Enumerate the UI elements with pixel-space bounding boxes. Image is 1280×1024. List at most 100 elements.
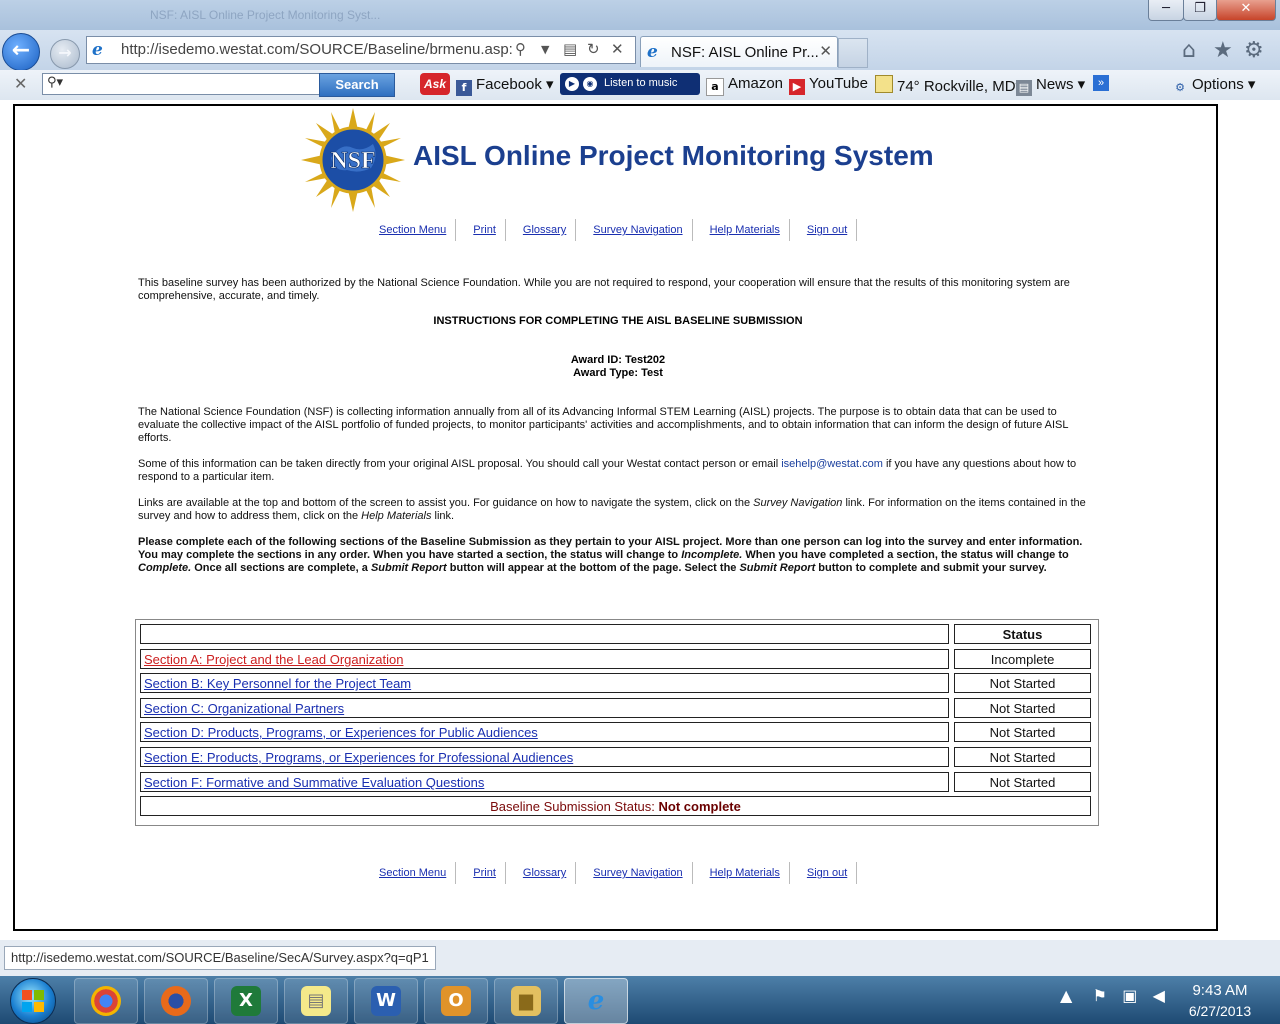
bottom-nav-section-menu[interactable]: Section Menu [375, 862, 457, 884]
taskbar-firefox[interactable] [144, 978, 208, 1024]
complete-submit-1: Submit Report [370, 562, 447, 574]
toolbar-search-button[interactable]: Search [319, 73, 395, 97]
nav-survey-navigation[interactable]: Survey Navigation [584, 219, 693, 241]
toolbar-facebook[interactable]: f Facebook ▾ [456, 75, 554, 96]
toolbar-options-label: Options [1192, 76, 1244, 93]
nav-sign-out[interactable]: Sign out [798, 219, 858, 241]
volume-icon[interactable]: ◉ [583, 77, 597, 91]
toolbar-news-label: News [1036, 76, 1074, 93]
contact-email-link[interactable]: isehelp@westat.com [781, 458, 883, 470]
back-button[interactable]: ← [2, 33, 40, 71]
start-button[interactable] [10, 978, 56, 1024]
taskbar-chrome[interactable] [74, 978, 138, 1024]
favorites-star-icon[interactable]: ★ [1213, 38, 1233, 63]
section-e-status: Not Started [954, 747, 1091, 767]
section-a-status: Incomplete [954, 649, 1091, 669]
tab-active[interactable]: e NSF: AISL Online Pr... ✕ [640, 36, 838, 67]
section-d-link[interactable]: Section D: Products, Programs, or Experi… [144, 725, 538, 740]
refresh-icon[interactable]: ↻ [587, 40, 600, 58]
bottom-nav-help-materials[interactable]: Help Materials [701, 862, 790, 884]
forward-button[interactable]: → [50, 39, 80, 69]
taskbar-excel[interactable]: X [214, 978, 278, 1024]
nsf-logo-text: NSF [330, 148, 375, 174]
stop-icon[interactable]: ✕ [611, 40, 624, 58]
section-c-link[interactable]: Section C: Organizational Partners [144, 701, 344, 716]
bottom-nav-survey-navigation[interactable]: Survey Navigation [584, 862, 693, 884]
ghost-window-title: NSF: AISL Online Project Monitoring Syst… [150, 8, 381, 22]
folder-icon: ▆ [511, 986, 541, 1016]
links-text-1: Links are available at the top and botto… [138, 497, 754, 509]
new-tab-button[interactable] [838, 38, 868, 68]
word-icon: W [371, 986, 401, 1016]
baseline-status-label: Baseline Submission Status: [490, 799, 659, 814]
toolbar-weather-label: 74° Rockville, MD [897, 78, 1016, 95]
tab-close-icon[interactable]: ✕ [819, 42, 832, 60]
minimize-button[interactable]: ─ [1148, 0, 1184, 21]
bottom-nav-glossary[interactable]: Glossary [514, 862, 577, 884]
toolbar-news[interactable]: ▤ News ▾ [1016, 75, 1085, 96]
complete-complete: Complete. [138, 562, 192, 574]
taskbar-explorer[interactable]: ▆ [494, 978, 558, 1024]
close-toolbar-icon[interactable]: ✕ [14, 74, 27, 93]
magnifier-icon: ⚲▾ [47, 75, 64, 90]
nav-section-menu[interactable]: Section Menu [375, 219, 457, 241]
toolbar-weather[interactable]: 74° Rockville, MD▾ [875, 75, 1023, 95]
page-viewport: NSF AISL Online Project Monitoring Syste… [0, 100, 1280, 940]
top-nav: Section Menu Print Glossary Survey Navigati… [375, 219, 865, 241]
award-type: Award Type: Test [573, 367, 663, 379]
play-icon[interactable]: ▶ [565, 77, 579, 91]
clock-date[interactable]: 6/27/2013 [1170, 1003, 1270, 1019]
toolbar-options[interactable]: ⚙ Options ▾ [1172, 75, 1255, 96]
taskbar-sticky-notes[interactable]: ▤ [284, 978, 348, 1024]
settings-gear-icon[interactable]: ⚙ [1244, 38, 1264, 63]
taskbar-outlook[interactable]: O [424, 978, 488, 1024]
taskbar-internet-explorer[interactable]: e [564, 978, 628, 1024]
address-bar[interactable]: e http://isedemo.westat.com/SOURCE/Basel… [86, 36, 636, 64]
section-e-link[interactable]: Section E: Products, Programs, or Experi… [144, 750, 573, 765]
show-hidden-icons[interactable]: ▲ [1060, 986, 1072, 1005]
nav-help-materials[interactable]: Help Materials [701, 219, 790, 241]
table-header-blank [140, 624, 949, 644]
table-row: Section C: Organizational Partners [140, 698, 949, 718]
ask-toolbar: ✕ ⚲▾ Search Ask f Facebook ▾ ▶ ◉ Listen t… [0, 70, 1280, 101]
options-gear-icon: ⚙ [1175, 81, 1185, 94]
chrome-icon [91, 986, 121, 1016]
volume-speaker-icon[interactable]: ◀ [1153, 986, 1165, 1005]
table-row: Section E: Products, Programs, or Experi… [140, 747, 949, 767]
nav-glossary[interactable]: Glossary [514, 219, 577, 241]
close-window-button[interactable]: ✕ [1216, 0, 1276, 21]
taskbar-word[interactable]: W [354, 978, 418, 1024]
bottom-nav-print[interactable]: Print [464, 862, 506, 884]
address-url: http://isedemo.westat.com/SOURCE/Baselin… [121, 41, 513, 58]
links-help-materials: Help Materials [361, 510, 432, 522]
section-a-link[interactable]: Section A: Project and the Lead Organiza… [144, 652, 403, 667]
links-survey-navigation: Survey Navigation [753, 497, 843, 509]
compatibility-view-icon[interactable]: ▤ [563, 40, 577, 58]
clock-time[interactable]: 9:43 AM [1170, 982, 1270, 999]
toolbar-amazon[interactable]: a Amazon [706, 75, 783, 96]
section-b-link[interactable]: Section B: Key Personnel for the Project… [144, 676, 411, 691]
baseline-status-value: Not complete [658, 799, 741, 814]
bottom-nav: Section Menu Print Glossary Survey Navigati… [375, 862, 865, 884]
section-b-status: Not Started [954, 673, 1091, 693]
search-icon[interactable]: ⚲ [515, 40, 526, 58]
music-widget[interactable]: ▶ ◉ Listen to music [560, 73, 700, 95]
table-row: Section B: Key Personnel for the Project… [140, 673, 949, 693]
dropdown-arrow-icon[interactable]: ▼ [541, 43, 549, 56]
nav-print[interactable]: Print [464, 219, 506, 241]
news-icon: ▤ [1016, 80, 1032, 96]
toolbar-facebook-label: Facebook [476, 76, 542, 93]
section-f-link[interactable]: Section F: Formative and Summative Evalu… [144, 775, 484, 790]
network-icon[interactable]: ▣ [1122, 986, 1137, 1005]
toolbar-search-input[interactable]: ⚲▾ [42, 73, 320, 95]
windows-logo-icon [22, 990, 44, 1012]
bottom-nav-sign-out[interactable]: Sign out [798, 862, 858, 884]
action-center-flag-icon[interactable]: ⚑ [1093, 986, 1107, 1005]
home-icon[interactable]: ⌂ [1182, 38, 1196, 63]
navigation-bar: ← → e http://isedemo.westat.com/SOURCE/B… [0, 30, 1280, 71]
ask-logo-icon[interactable]: Ask [420, 73, 450, 95]
toolbar-youtube[interactable]: ▶ YouTube [789, 75, 868, 95]
more-chevron-icon[interactable]: » [1093, 75, 1109, 91]
maximize-button[interactable]: ❐ [1183, 0, 1217, 21]
paragraph-links: Links are available at the top and botto… [138, 497, 1098, 523]
